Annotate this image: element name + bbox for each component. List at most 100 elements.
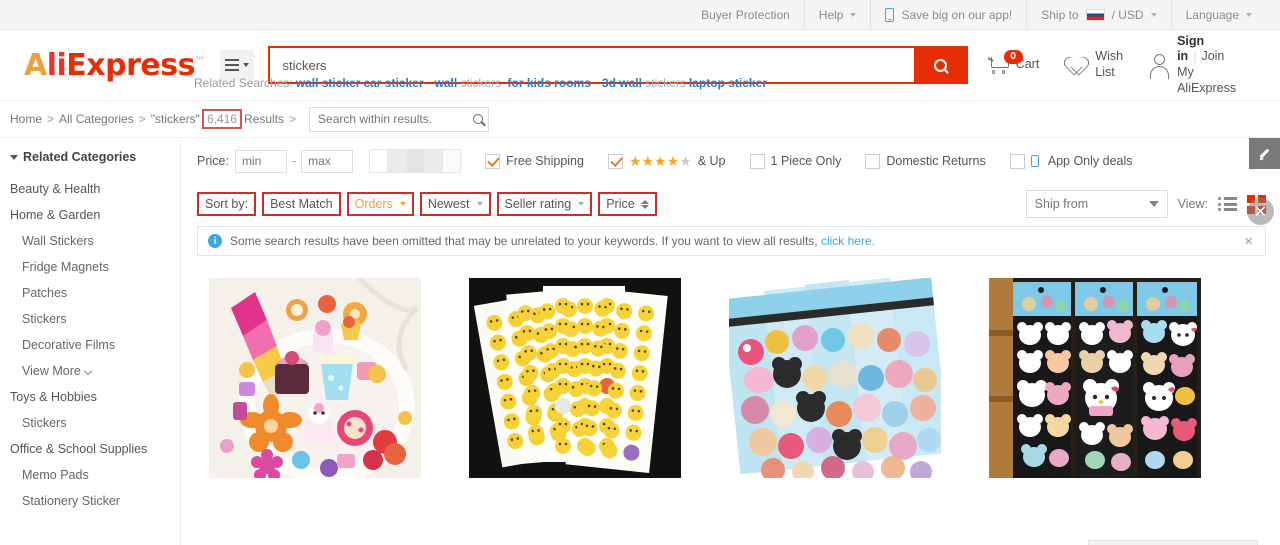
chevron-down-icon bbox=[83, 366, 93, 376]
search-within-input[interactable] bbox=[318, 112, 474, 126]
product-card[interactable] bbox=[729, 278, 941, 478]
language-selector[interactable]: Language bbox=[1172, 0, 1266, 30]
buyer-protection-link[interactable]: Buyer Protection bbox=[687, 0, 805, 30]
help-menu[interactable]: Help bbox=[805, 0, 872, 30]
sidebar-item-stickers[interactable]: Stickers bbox=[10, 306, 180, 332]
rel3-part1: wall bbox=[434, 76, 461, 90]
price-label: Price: bbox=[197, 154, 229, 168]
sidebar-item-wall-stickers[interactable]: Wall Stickers bbox=[10, 228, 180, 254]
sidebar-item-view-more[interactable]: View More bbox=[10, 358, 180, 384]
product-card[interactable] bbox=[469, 278, 681, 478]
sidebar-item-decorative-films[interactable]: Decorative Films bbox=[10, 332, 180, 358]
sidebar-item-stickers-toys[interactable]: Stickers bbox=[10, 410, 180, 436]
sort-option-best-match[interactable]: Best Match bbox=[262, 192, 341, 216]
sidebar-item-beauty-health[interactable]: Beauty & Health bbox=[10, 176, 180, 202]
related-search-wall-sticker[interactable]: wall sticker bbox=[296, 76, 361, 90]
breadcrumb-query: "stickers" bbox=[150, 112, 200, 126]
close-overlay-button[interactable]: ✕ bbox=[1247, 198, 1274, 225]
filter-domestic-returns[interactable]: Domestic Returns bbox=[865, 153, 986, 169]
cart-button[interactable]: 0 Cart bbox=[976, 43, 1052, 87]
hamburger-icon bbox=[225, 59, 240, 71]
app-only-label: App Only deals bbox=[1047, 154, 1133, 168]
emoji-sticker-sheets-image bbox=[469, 278, 681, 478]
notice-text: Some search results have been omitted th… bbox=[230, 234, 818, 248]
close-icon[interactable]: × bbox=[1242, 233, 1255, 250]
histogram-bar bbox=[406, 150, 425, 172]
flag-ru-icon bbox=[1085, 8, 1105, 21]
sort-updown-icon bbox=[640, 199, 649, 209]
chevron-down-icon bbox=[850, 12, 857, 17]
related-search-3d-wall-stickers[interactable]: 3d wall stickers bbox=[599, 76, 686, 90]
filter-one-piece-only[interactable]: 1 Piece Only bbox=[749, 153, 841, 169]
product-thumbnail-hello-kitty-stickers[interactable] bbox=[989, 278, 1201, 478]
rating-checkbox[interactable] bbox=[607, 153, 623, 169]
sidebar-item-home-garden[interactable]: Home & Garden bbox=[10, 202, 180, 228]
account-button[interactable]: Sign in | Join My AliExpress bbox=[1137, 34, 1266, 95]
related-search-wall-stickers-kids[interactable]: wall stickers for kids rooms bbox=[432, 76, 591, 90]
my-aliexpress-link[interactable]: My AliExpress bbox=[1177, 65, 1236, 95]
rating-label: & Up bbox=[697, 154, 726, 168]
product-thumbnail-cartoon-puffy-stickers[interactable] bbox=[729, 278, 941, 478]
free-shipping-checkbox[interactable] bbox=[485, 153, 501, 169]
breadcrumb-all-categories[interactable]: All Categories bbox=[59, 112, 134, 126]
sidebar-item-patches[interactable]: Patches bbox=[10, 280, 180, 306]
sort-option-newest[interactable]: Newest bbox=[419, 192, 491, 216]
join-link[interactable]: Join bbox=[1201, 49, 1224, 63]
domestic-returns-checkbox[interactable] bbox=[865, 153, 881, 169]
ship-from-dropdown[interactable]: Ship from bbox=[1025, 190, 1168, 218]
results-count: 6,416 bbox=[201, 109, 242, 129]
header-actions: 0 Cart Wish List Sign in | Join My AliExpres… bbox=[968, 34, 1266, 95]
sidebar-item-stationery-sticker[interactable]: Stationery Sticker bbox=[10, 488, 180, 514]
product-thumbnail-emoji-sticker-sheets[interactable] bbox=[469, 278, 681, 478]
edit-overlay-button[interactable] bbox=[1249, 138, 1280, 169]
related-search-laptop-sticker[interactable]: laptop sticker bbox=[689, 76, 767, 90]
price-max-input[interactable] bbox=[301, 149, 354, 173]
rel4-part1: 3d wall bbox=[601, 76, 646, 90]
app-icon bbox=[1030, 155, 1039, 167]
search-submit-button[interactable] bbox=[913, 46, 968, 84]
rel3-soft: stickers bbox=[460, 76, 505, 90]
sidebar-item-toys-hobbies[interactable]: Toys & Hobbies bbox=[10, 384, 180, 410]
sort-option-price[interactable]: Price bbox=[598, 192, 657, 216]
ship-to-selector[interactable]: Ship to / USD bbox=[1027, 0, 1172, 30]
product-card[interactable] bbox=[989, 278, 1201, 478]
chevron-down-icon bbox=[243, 63, 250, 67]
wishlist-line1: Wish bbox=[1095, 49, 1124, 64]
sort-bar: Sort by: Best Match Orders Newest Seller… bbox=[197, 184, 1266, 224]
filter-app-only-deals[interactable]: App Only deals bbox=[1009, 153, 1133, 169]
product-grid bbox=[197, 278, 1266, 478]
sort-option-seller-rating[interactable]: Seller rating bbox=[496, 192, 593, 216]
wishlist-button[interactable]: Wish List bbox=[1053, 43, 1135, 87]
aliexpress-logo[interactable]: AliExpress™ bbox=[24, 48, 205, 83]
sidebar-item-memo-pads[interactable]: Memo Pads bbox=[10, 462, 180, 488]
sidebar-item-fridge-magnets[interactable]: Fridge Magnets bbox=[10, 254, 180, 280]
product-thumbnail-food-dessert-stickers[interactable] bbox=[209, 278, 421, 478]
chevron-down-icon bbox=[1150, 12, 1157, 17]
product-card[interactable] bbox=[209, 278, 421, 478]
price-histogram-slider[interactable] bbox=[369, 149, 462, 173]
price-range-dash: - bbox=[291, 154, 297, 168]
hello-kitty-stickers-image bbox=[989, 278, 1201, 478]
account-label: Sign in | Join My AliExpress bbox=[1177, 33, 1237, 95]
filter-rating[interactable]: ★★★★★ & Up bbox=[607, 153, 726, 169]
related-categories-header[interactable]: Related Categories bbox=[10, 150, 180, 164]
filter-free-shipping[interactable]: Free Shipping bbox=[485, 153, 584, 169]
notice-click-here-link[interactable]: click here. bbox=[821, 234, 875, 248]
one-piece-checkbox[interactable] bbox=[749, 153, 765, 169]
recently-viewed-tab[interactable]: Recently Viewed bbox=[1088, 540, 1258, 545]
person-icon bbox=[1149, 53, 1171, 79]
sidebar-item-office-school[interactable]: Office & School Supplies bbox=[10, 436, 180, 462]
related-search-car-sticker[interactable]: car sticker bbox=[363, 76, 423, 90]
price-min-input[interactable] bbox=[234, 149, 287, 173]
breadcrumb-home[interactable]: Home bbox=[10, 112, 42, 126]
sidebar: Related Categories Beauty & Health Home … bbox=[0, 138, 181, 545]
app-only-checkbox[interactable] bbox=[1009, 153, 1025, 169]
list-view-icon[interactable] bbox=[1218, 197, 1237, 211]
newest-label: Newest bbox=[427, 197, 470, 211]
sort-option-orders[interactable]: Orders bbox=[346, 192, 414, 216]
search-icon[interactable] bbox=[473, 114, 484, 124]
search-within-results bbox=[309, 106, 490, 132]
best-match-label: Best Match bbox=[270, 197, 333, 211]
app-promo-link[interactable]: Save big on our app! bbox=[871, 0, 1028, 30]
buyer-protection-label: Buyer Protection bbox=[701, 7, 790, 22]
